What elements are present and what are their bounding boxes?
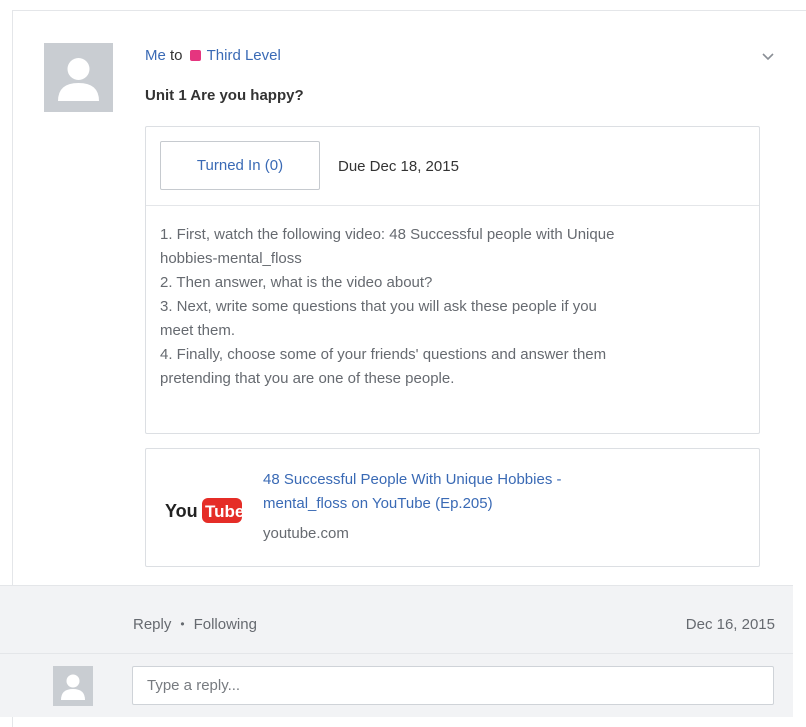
current-user-avatar [53,666,93,706]
instruction-line: 3. Next, write some questions that you w… [160,298,597,315]
instruction-line: meet them. [160,322,236,339]
post-header: Me to Third Level [145,47,281,64]
youtube-logo-you: You [165,501,198,521]
following-link[interactable]: Following [194,616,257,633]
due-date: Due Dec 18, 2015 [338,158,459,175]
assignment-instructions: 1. First, watch the following video: 48 … [146,206,759,391]
reply-input[interactable] [132,666,774,705]
assignment-header: Turned In (0) Due Dec 18, 2015 [146,127,759,206]
link-preview-card[interactable]: You Tube 48 Successful People With Uniqu… [145,448,760,567]
link-title-line[interactable]: mental_floss on YouTube (Ep.205) [263,492,703,516]
assignment-card: Turned In (0) Due Dec 18, 2015 1. First,… [145,126,760,434]
youtube-logo-tube: Tube [205,502,243,521]
reply-link[interactable]: Reply [133,616,171,633]
group-name-link[interactable]: Third Level [207,47,281,64]
instruction-line: 1. First, watch the following video: 48 … [160,226,615,243]
divider [0,653,793,654]
instruction-line: pretending that you are one of these peo… [160,370,455,387]
chevron-down-icon[interactable] [760,48,776,64]
link-title-line[interactable]: 48 Successful People With Unique Hobbies… [263,468,703,492]
to-label: to [170,47,183,64]
instruction-line: 4. Finally, choose some of your friends'… [160,346,607,363]
instruction-line: 2. Then answer, what is the video about? [160,274,433,291]
post-footer: Reply • Following Dec 16, 2015 [0,585,793,717]
link-title[interactable]: 48 Successful People With Unique Hobbies… [263,468,703,516]
sender-avatar[interactable] [44,43,113,112]
turned-in-button[interactable]: Turned In (0) [160,141,320,190]
user-avatar-icon [44,43,113,112]
sender-name[interactable]: Me [145,47,166,64]
post-title: Unit 1 Are you happy? [145,87,304,104]
post-date: Dec 16, 2015 [685,616,775,633]
youtube-logo-icon[interactable]: You Tube [165,495,243,525]
post-actions: Reply • Following [133,616,257,633]
separator-dot: • [180,617,185,631]
instruction-line: hobbies-mental_floss [160,250,302,267]
group-color-icon [189,50,201,61]
link-domain: youtube.com [263,525,349,542]
user-avatar-icon [53,666,93,706]
